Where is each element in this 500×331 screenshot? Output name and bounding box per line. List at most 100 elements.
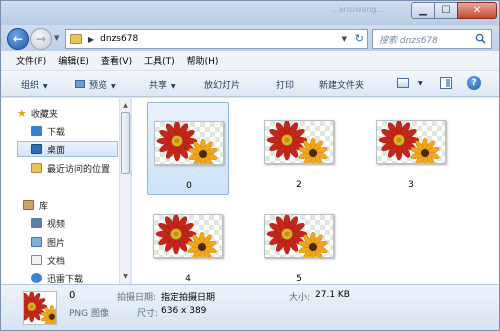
desktop-icon	[31, 144, 42, 154]
flower-thumbnail	[154, 121, 224, 165]
selected-file-type: PNG 图像	[69, 309, 109, 319]
dimensions-value: 636 x 389	[161, 306, 207, 316]
share-button[interactable]: 共享 ▼	[149, 78, 176, 91]
menu-bar: 文件(F) 编辑(E) 查看(V) 工具(T) 帮助(H)	[1, 51, 499, 71]
menu-tools[interactable]: 工具(T)	[143, 52, 176, 69]
file-name: 4	[185, 274, 191, 284]
new-folder-button[interactable]: 新建文件夹	[319, 78, 364, 91]
breadcrumb-separator-icon[interactable]: ▶	[88, 35, 94, 44]
nav-item-documents[interactable]: 文档	[31, 252, 117, 268]
download-icon	[31, 126, 42, 136]
menu-view[interactable]: 查看(V)	[100, 52, 133, 69]
maximize-icon: ☐	[441, 5, 451, 16]
libraries-label: 库	[39, 201, 49, 212]
file-tile[interactable]: 4	[147, 196, 229, 284]
scroll-thumb[interactable]	[121, 112, 130, 174]
dimensions-label: 尺寸:	[137, 309, 159, 319]
file-list: 0 2 3 4 5	[132, 98, 499, 284]
breadcrumb-current-folder[interactable]: dnzs678	[100, 34, 138, 44]
preview-dropdown-icon: ▼	[111, 83, 116, 90]
file-tile[interactable]: 0	[147, 102, 229, 195]
search-input[interactable]: 搜索 dnzs678	[372, 29, 492, 49]
scroll-up-icon[interactable]: ▲	[120, 99, 130, 111]
address-dropdown-icon[interactable]: ▼	[342, 35, 347, 43]
menu-help[interactable]: 帮助(H)	[186, 52, 220, 69]
date-taken-value[interactable]: 指定拍摄日期	[161, 290, 215, 303]
close-button[interactable]: ✕	[457, 2, 497, 19]
nav-item-thunder-downloads[interactable]: 迅雷下载	[31, 270, 117, 284]
menu-edit[interactable]: 编辑(E)	[57, 52, 90, 69]
forward-button[interactable]: →	[30, 28, 52, 50]
flower-thumbnail	[376, 120, 446, 164]
nav-item-label: 文档	[47, 256, 66, 267]
library-icon	[23, 200, 34, 210]
nav-scrollbar[interactable]: ▲ ▼	[119, 98, 130, 284]
flower-thumbnail	[153, 214, 223, 258]
nav-libraries-header[interactable]: 库	[23, 197, 130, 213]
video-icon	[31, 218, 42, 228]
nav-item-videos[interactable]: 视频	[31, 215, 117, 231]
file-tile[interactable]: 2	[258, 102, 340, 195]
image-preview-icon	[75, 80, 85, 88]
search-icon[interactable]	[475, 33, 486, 44]
flower-thumbnail	[264, 120, 334, 164]
forward-arrow-icon: →	[35, 32, 47, 46]
nav-item-label: 下载	[47, 127, 66, 138]
nav-item-pictures[interactable]: 图片	[31, 234, 117, 250]
help-icon[interactable]: ?	[467, 76, 481, 90]
star-icon: ★	[17, 106, 27, 120]
minimize-button[interactable]: ▁	[411, 2, 435, 19]
organize-button[interactable]: 组织 ▼	[21, 78, 48, 91]
file-name: 2	[296, 180, 302, 190]
nav-item-recent-places[interactable]: 最近访问的位置	[31, 160, 119, 176]
refresh-icon[interactable]: ↻	[355, 32, 364, 45]
window-title: ...ansiwang...	[331, 5, 385, 14]
file-tile[interactable]: 3	[370, 102, 452, 195]
nav-item-label: 最近访问的位置	[47, 164, 111, 175]
slideshow-button[interactable]: 放幻灯片	[204, 78, 240, 91]
organize-dropdown-icon: ▼	[43, 83, 48, 90]
address-bar[interactable]: ▶ dnzs678 ▼ ↻	[65, 29, 368, 49]
size-label: 大小:	[289, 293, 311, 303]
folder-icon	[70, 34, 82, 44]
title-bar: ...ansiwang... ▁ ☐ ✕	[1, 1, 499, 25]
scroll-down-icon[interactable]: ▼	[120, 270, 130, 282]
nav-item-label: 桌面	[47, 145, 66, 156]
back-arrow-icon: ←	[12, 32, 24, 46]
nav-item-downloads[interactable]: 下载	[31, 123, 117, 139]
nav-item-label: 迅雷下载	[47, 274, 84, 285]
thunder-download-icon	[31, 273, 42, 283]
navigation-bar: ← → ▼ ▶ dnzs678 ▼ ↻ 搜索 dnzs678	[1, 25, 499, 51]
document-icon	[31, 255, 42, 265]
organize-label: 组织	[21, 81, 40, 91]
nav-item-label: 图片	[47, 238, 66, 249]
preview-pane-icon[interactable]	[440, 77, 452, 89]
nav-item-label: 视频	[47, 219, 66, 230]
preview-label: 预览	[89, 81, 108, 91]
minimize-icon: ▁	[419, 5, 427, 16]
nav-item-desktop[interactable]: 桌面	[17, 141, 118, 157]
command-bar: 组织 ▼ 预览 ▼ 共享 ▼ 放幻灯片 打印 新建文件夹 ▼ ?	[1, 71, 499, 97]
menu-file[interactable]: 文件(F)	[15, 52, 47, 69]
nav-favorites-header[interactable]: ★ 收藏夹	[17, 105, 130, 121]
share-label: 共享	[149, 81, 168, 91]
preview-button[interactable]: 预览 ▼	[75, 78, 116, 91]
recent-places-icon	[31, 163, 42, 173]
flower-thumbnail	[264, 214, 334, 258]
view-options-dropdown-icon[interactable]: ▼	[414, 78, 423, 88]
navigation-pane: ★ 收藏夹 下载 桌面 最近访问的位置 库 视频 图片 文档 迅雷下载 ▲ ▼	[1, 98, 131, 284]
file-name: 5	[296, 274, 302, 284]
details-pane: 0 PNG 图像 拍摄日期: 指定拍摄日期 尺寸: 636 x 389 大小: …	[1, 284, 499, 330]
date-taken-label: 拍摄日期:	[117, 293, 157, 303]
change-view-icon[interactable]	[397, 78, 409, 88]
file-name: 3	[408, 180, 414, 190]
recent-pages-dropdown[interactable]: ▼	[54, 34, 59, 42]
print-button[interactable]: 打印	[276, 78, 294, 91]
selected-file-name: 0	[69, 290, 76, 301]
favorites-label: 收藏夹	[30, 109, 58, 120]
file-tile[interactable]: 5	[258, 196, 340, 284]
back-button[interactable]: ←	[7, 28, 29, 50]
file-name: 0	[186, 181, 192, 191]
close-icon: ✕	[472, 5, 482, 16]
maximize-button[interactable]: ☐	[434, 2, 458, 19]
